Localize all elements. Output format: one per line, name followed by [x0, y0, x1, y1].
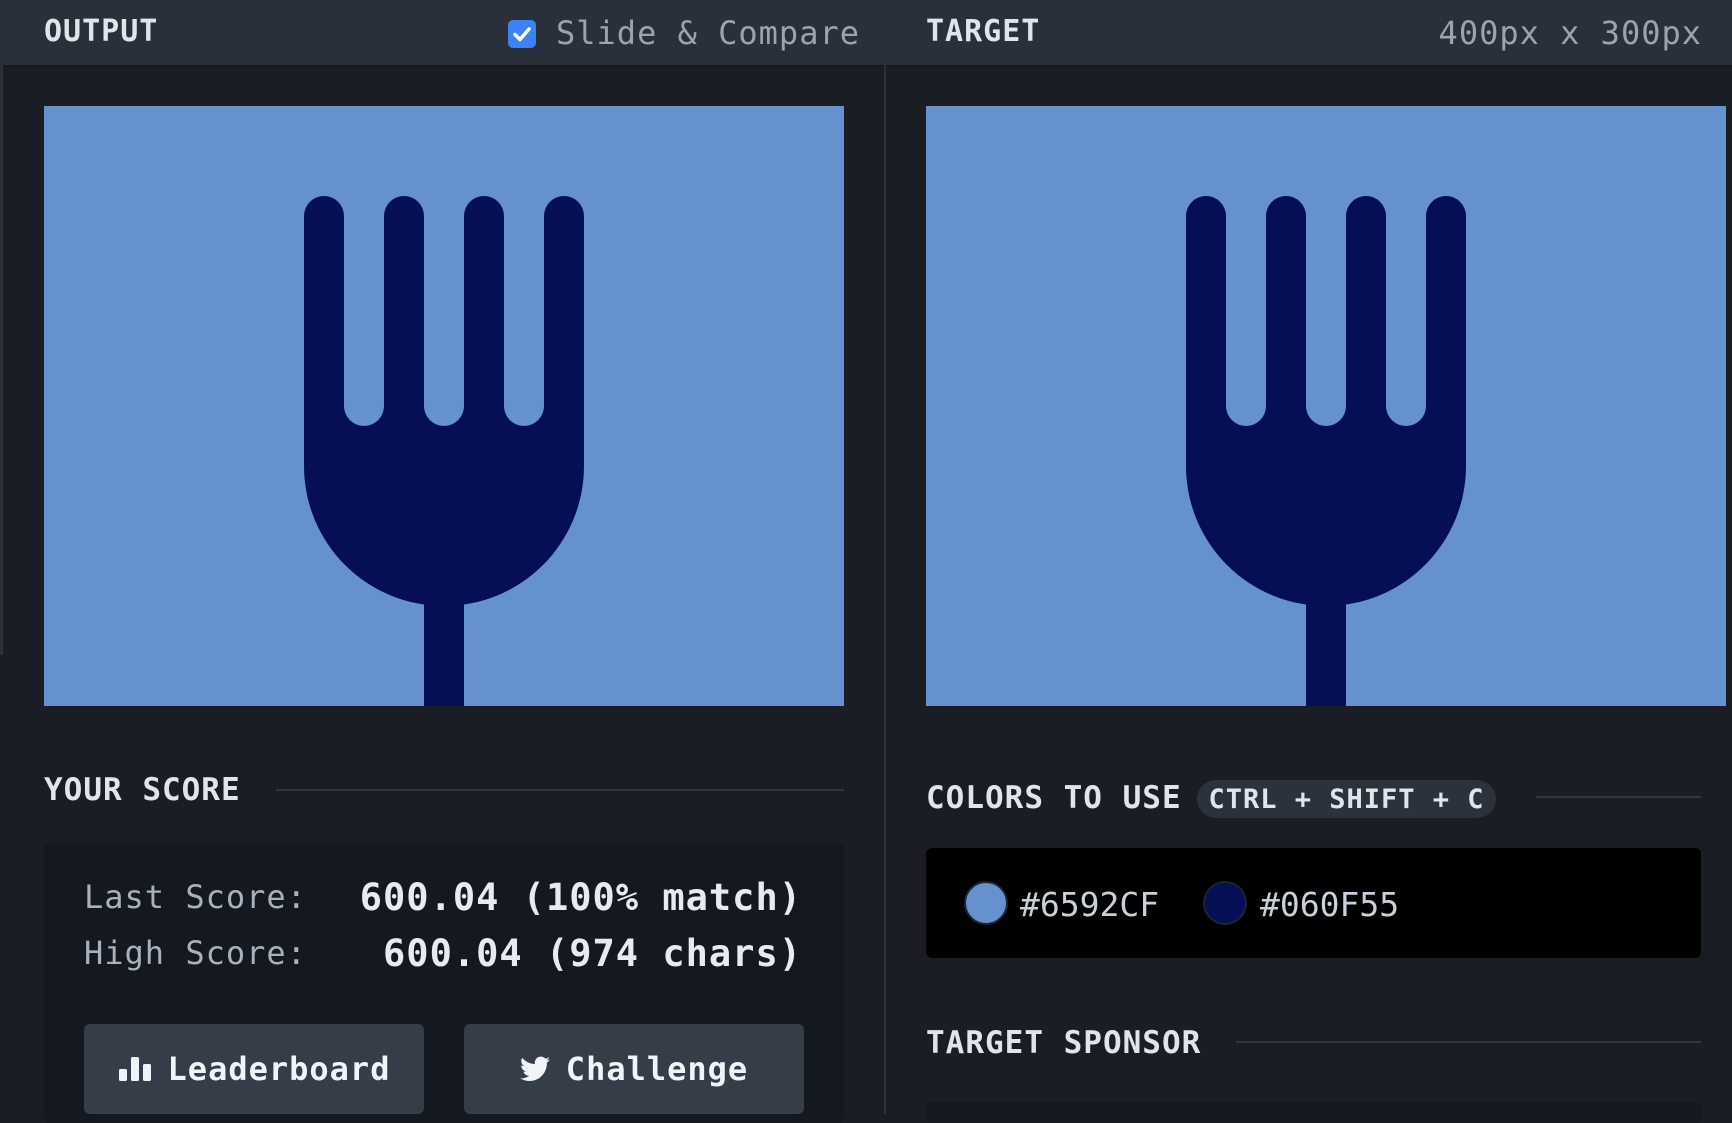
check-icon: [513, 27, 531, 42]
output-title: OUTPUT: [44, 14, 159, 49]
panel-divider: [884, 65, 886, 1114]
challenge-button[interactable]: Challenge: [464, 1024, 804, 1114]
target-canvas: [926, 106, 1726, 706]
color-swatch[interactable]: [1203, 881, 1247, 925]
last-score-label: Last Score:: [84, 878, 307, 916]
challenge-label: Challenge: [565, 1050, 749, 1088]
target-dimensions: 400px x 300px: [1438, 14, 1702, 52]
color-swatch-label[interactable]: #060F55: [1260, 885, 1399, 924]
target-sponsor-title: TARGET SPONSOR: [926, 1025, 1202, 1061]
leaderboard-label: Leaderboard: [167, 1050, 391, 1088]
your-score-title: YOUR SCORE: [44, 772, 241, 808]
fork-icon: [44, 106, 844, 706]
output-canvas[interactable]: [44, 106, 844, 706]
target-title: TARGET: [926, 14, 1041, 49]
slide-compare-checkbox[interactable]: [508, 20, 536, 48]
high-score-value: 600.04 (974 chars): [383, 932, 802, 975]
color-swatch-label[interactable]: #6592CF: [1020, 885, 1159, 924]
leaderboard-button[interactable]: Leaderboard: [84, 1024, 424, 1114]
colors-to-use-title: COLORS TO USE: [926, 780, 1182, 816]
left-edge: [0, 65, 3, 655]
slide-compare-label[interactable]: Slide & Compare: [556, 14, 860, 52]
twitter-icon: [519, 1056, 550, 1081]
bar-chart-icon: [118, 1057, 151, 1081]
high-score-label: High Score:: [84, 934, 307, 972]
section-rule: [276, 789, 844, 791]
shortcut-badge: CTRL + SHIFT + C: [1197, 780, 1496, 818]
sponsor-box: [926, 1102, 1701, 1122]
fork-icon: [926, 106, 1726, 706]
last-score-value: 600.04 (100% match): [359, 876, 802, 919]
section-rule: [1536, 796, 1701, 798]
color-swatch[interactable]: [964, 881, 1008, 925]
section-rule: [1236, 1041, 1701, 1043]
